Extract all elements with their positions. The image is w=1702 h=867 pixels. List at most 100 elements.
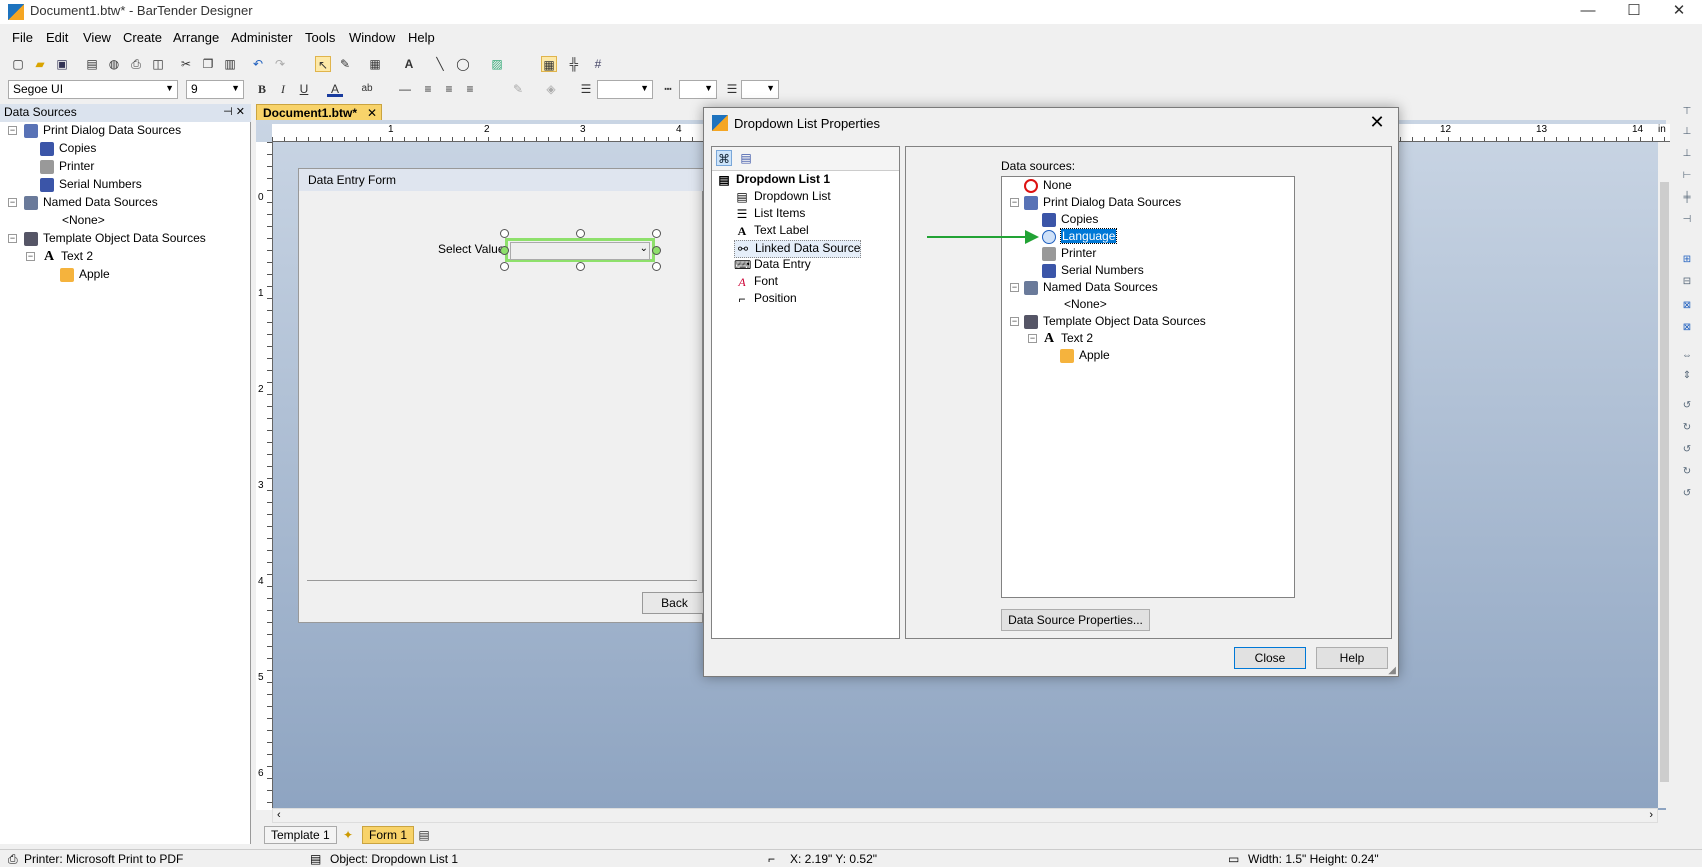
new-form-icon[interactable]: ▤ [416,827,432,843]
rotate-ccw-icon[interactable]: ↺ [1679,488,1695,502]
undo-icon[interactable]: ↶ [250,56,266,72]
center-horizontal-icon[interactable]: ⊞ [1679,254,1695,268]
collapse-icon[interactable]: − [26,252,35,261]
distribute-vertical-icon[interactable]: ⊠ [1679,322,1695,336]
menu-edit[interactable]: Edit [46,30,68,45]
document-properties-icon[interactable]: ▤ [84,56,100,72]
database-icon[interactable]: ◍ [106,56,122,72]
minimize-button[interactable]: — [1565,0,1611,24]
dialog-close-icon[interactable]: ✕ [1362,110,1392,136]
resize-handle[interactable] [500,262,509,271]
collapse-icon[interactable]: − [1028,334,1037,343]
menu-file[interactable]: File [12,30,33,45]
nav-text-label[interactable]: A Text Label [734,223,809,241]
tree-item-copies[interactable]: Copies [40,141,96,159]
ds-item-none-named[interactable]: <None> [1064,297,1107,315]
ds-item-language[interactable]: Language [1042,228,1118,247]
close-window-button[interactable]: ✕ [1656,0,1702,24]
snap-icon[interactable]: ╬ [566,56,582,72]
underline-icon[interactable]: U [296,81,312,97]
collapse-icon[interactable]: − [1010,198,1019,207]
pin-close-icon[interactable]: ⊣ ✕ [223,105,245,118]
center-vertical-icon[interactable]: ⊟ [1679,276,1695,290]
close-tab-icon[interactable]: ✕ [367,106,377,120]
ds-item-printer[interactable]: Printer [1042,246,1096,264]
font-size-select[interactable]: 9 ▼ [186,80,244,99]
align-center-icon[interactable]: ≡ [441,81,457,97]
close-button[interactable]: Close [1234,647,1306,669]
tab-form-1[interactable]: Form 1 [362,826,415,844]
line-style-icon[interactable]: ┅ [660,81,676,97]
nav-list-items[interactable]: ☰ List Items [734,206,806,224]
help-button[interactable]: Help [1316,647,1388,669]
line-style-select[interactable]: ▼ [679,80,717,99]
menu-window[interactable]: Window [349,30,395,45]
maximize-button[interactable]: ☐ [1611,0,1657,24]
print-preview-icon[interactable]: ◫ [150,56,166,72]
align-middle-icon[interactable]: ⊥ [1679,126,1695,140]
nav-dropdown-list[interactable]: ▤ Dropdown List [734,189,830,207]
back-button[interactable]: Back [642,592,707,614]
border-style-select[interactable]: ▼ [741,80,779,99]
ds-item-serial-numbers[interactable]: Serial Numbers [1042,263,1144,281]
print-icon[interactable]: ⎙ [128,56,144,72]
scroll-left-icon[interactable]: ‹ [277,809,281,821]
resize-grip-icon[interactable]: ◢ [1388,665,1396,676]
tree-item-template-object[interactable]: − Template Object Data Sources [8,231,206,249]
align-bottom-icon[interactable]: ⊥ [1679,148,1695,162]
data-sources-tree[interactable]: None − Print Dialog Data Sources Copies L… [1001,176,1295,598]
align-top-icon[interactable]: ⊤ [1679,106,1695,120]
data-source-properties-button[interactable]: Data Source Properties... [1001,609,1150,631]
resize-handle[interactable] [576,229,585,238]
align-right-icon[interactable]: ≡ [462,81,478,97]
dropdown-list-object[interactable]: ⌄ [505,238,655,262]
picture-tool-icon[interactable]: ▨ [489,56,505,72]
menu-tools[interactable]: Tools [305,30,335,45]
line-color-icon[interactable]: ✎ [510,81,526,97]
collapse-icon[interactable]: − [8,234,17,243]
categories-icon[interactable]: ▤ [738,150,754,166]
line-thickness-select[interactable]: ▼ [597,80,653,99]
ds-item-print-dialog[interactable]: − Print Dialog Data Sources [1010,195,1181,213]
open-icon[interactable]: ▰ [32,56,48,72]
collapse-icon[interactable]: − [1010,283,1019,292]
ds-item-copies[interactable]: Copies [1042,212,1098,230]
line-thickness-icon[interactable]: ☰ [578,81,594,97]
rotate-270-icon[interactable]: ↺ [1679,444,1695,458]
align-center-icon[interactable]: ╪ [1679,192,1695,206]
collapse-icon[interactable]: − [1010,317,1019,326]
border-style-icon[interactable]: ☰ [724,81,740,97]
nav-position[interactable]: ⌐ Position [734,291,796,309]
new-template-icon[interactable]: ✦ [340,827,356,843]
select-value-label[interactable]: Select Value [438,242,505,256]
resize-handle[interactable] [652,246,661,255]
bold-icon[interactable]: B [254,81,270,97]
tree-view-icon[interactable]: ⌘ [716,150,732,166]
align-left-icon[interactable]: ≡ [420,81,436,97]
menu-create[interactable]: Create [123,30,162,45]
italic-icon[interactable]: I [275,81,291,97]
resize-handle[interactable] [500,229,509,238]
format-painter-icon[interactable]: ✎ [337,56,353,72]
nav-linked-data-source[interactable]: ⚯ Linked Data Source [734,240,862,258]
rotate-90-icon[interactable]: ↺ [1679,400,1695,414]
text-tool-icon[interactable]: A [401,56,417,72]
ruler-toggle-icon[interactable]: ▦ [541,56,557,72]
resize-handle[interactable] [652,229,661,238]
resize-handle[interactable] [500,246,509,255]
strikeout-icon[interactable]: — [397,81,413,97]
tree-item-printer[interactable]: Printer [40,159,94,177]
redo-icon[interactable]: ↷ [272,56,288,72]
collapse-icon[interactable]: − [8,126,17,135]
grid-icon[interactable]: # [590,56,606,72]
tree-item-none[interactable]: <None> [62,213,105,231]
align-right-icon[interactable]: ⊣ [1679,214,1695,228]
tree-item-serial-numbers[interactable]: Serial Numbers [40,177,142,195]
ds-item-none[interactable]: None [1024,178,1072,196]
cut-icon[interactable]: ✂ [178,56,194,72]
tab-template-1[interactable]: Template 1 [264,826,337,844]
scroll-right-icon[interactable]: › [1649,809,1653,821]
tree-item-named-data[interactable]: − Named Data Sources [8,195,158,213]
font-family-select[interactable]: Segoe UI ▼ [8,80,178,99]
fill-color-icon[interactable]: ◈ [543,81,559,97]
